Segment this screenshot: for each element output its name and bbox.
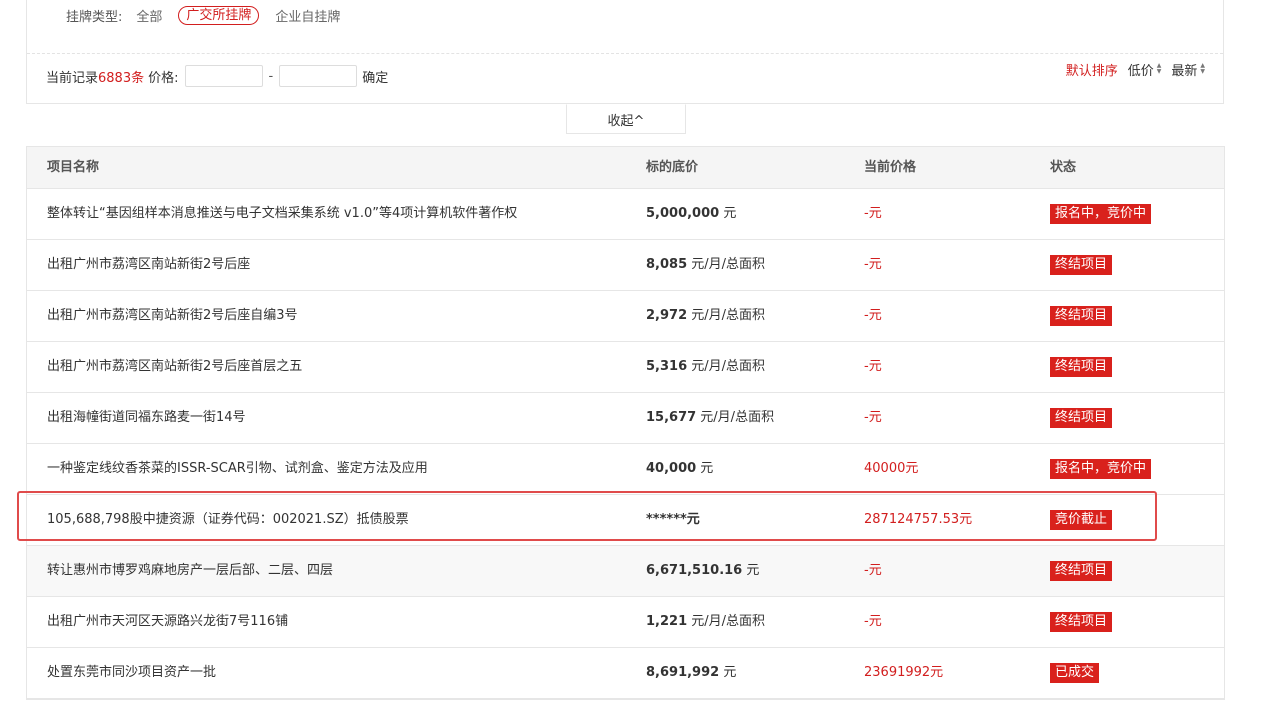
price-label: 价格:: [148, 70, 179, 86]
status-badge: 报名中，竞价中: [1050, 204, 1152, 224]
base-price: 5,000,000 元: [646, 189, 736, 239]
current-price: 40000元: [864, 461, 919, 476]
table-row[interactable]: 出租海幢街道同福东路麦一街14号 15,677 元/月/总面积 -元 终结项目: [27, 393, 1224, 444]
base-price-unit: 元: [719, 206, 737, 221]
sort-newest-label: 最新: [1171, 63, 1198, 79]
table-row[interactable]: 出租广州市荔湾区南站新街2号后座自编3号 2,972 元/月/总面积 -元 终结…: [27, 291, 1224, 342]
base-price-value: 5,316: [646, 359, 688, 374]
status-badge: 终结项目: [1050, 612, 1113, 632]
base-price: 5,316 元/月/总面积: [646, 342, 765, 392]
base-price-value: 8,691,992: [646, 665, 720, 680]
table-row[interactable]: 出租广州市荔湾区南站新街2号后座 8,085 元/月/总面积 -元 终结项目: [27, 240, 1224, 291]
current-price: -元: [864, 410, 882, 425]
project-name[interactable]: 处置东莞市同沙项目资产一批: [47, 648, 216, 698]
base-price-value: 40,000: [646, 461, 697, 476]
table-row[interactable]: 出租广州市天河区天源路兴龙街7号116铺 1,221 元/月/总面积 -元 终结…: [27, 597, 1224, 648]
table-row[interactable]: 出租广州市荔湾区南站新街2号后座首层之五 5,316 元/月/总面积 -元 终结…: [27, 342, 1224, 393]
project-table: 项目名称 标的底价 当前价格 状态 整体转让“基因组样本消息推送与电子文档采集系…: [26, 146, 1225, 700]
base-price-unit: 元/月/总面积: [696, 410, 775, 425]
project-name[interactable]: 整体转让“基因组样本消息推送与电子文档采集系统 v1.0”等4项计算机软件著作权: [47, 189, 517, 239]
price-min-input[interactable]: [184, 65, 263, 87]
status-badge: 终结项目: [1050, 306, 1113, 326]
sort-arrows-icon: ▲ ▼: [1156, 62, 1162, 75]
status-badge: 终结项目: [1050, 561, 1113, 581]
current-price: -元: [864, 359, 882, 374]
status-badge: 报名中，竞价中: [1050, 459, 1152, 479]
sort-price[interactable]: 低价 ▲ ▼: [1128, 60, 1162, 79]
project-name[interactable]: 出租海幢街道同福东路麦一街14号: [47, 393, 246, 443]
listing-type-label: 挂牌类型:: [66, 9, 123, 25]
current-price: -元: [864, 614, 882, 629]
status-badge: 已成交: [1050, 663, 1100, 683]
base-price-value: 15,677: [646, 410, 697, 425]
sort-newest[interactable]: 最新 ▲ ▼: [1171, 60, 1205, 79]
current-price: -元: [864, 563, 882, 578]
table-row[interactable]: 处置东莞市同沙项目资产一批 8,691,992 元 23691992元 已成交: [27, 648, 1224, 699]
listing-type-self[interactable]: 企业自挂牌: [275, 6, 340, 25]
sort-default[interactable]: 默认排序: [1066, 60, 1118, 79]
status-badge: 终结项目: [1050, 408, 1113, 428]
base-price: 40,000 元: [646, 444, 713, 494]
project-name[interactable]: 出租广州市荔湾区南站新街2号后座首层之五: [47, 342, 302, 392]
current-price: 23691992元: [864, 665, 944, 680]
listing-type-all[interactable]: 全部: [136, 6, 162, 25]
table-row[interactable]: 一种鉴定线纹香茶菜的ISSR-SCAR引物、试剂盒、鉴定方法及应用 40,000…: [27, 444, 1224, 495]
price-dash: -: [268, 68, 274, 84]
sort-default-label: 默认排序: [1065, 63, 1118, 79]
table-row[interactable]: 转让惠州市博罗鸡麻地房产一层后部、二层、四层 6,671,510.16 元 -元…: [27, 546, 1224, 597]
divider: [27, 53, 1223, 54]
record-count: 6883条: [98, 70, 145, 86]
sort-arrows-icon: ▲ ▼: [1200, 62, 1205, 75]
base-price-value: 2,972: [646, 308, 688, 323]
base-price-unit: 元/月/总面积: [687, 359, 766, 374]
listing-type-exchange[interactable]: 广交所挂牌: [178, 5, 260, 25]
current-price: -元: [864, 206, 882, 221]
project-name[interactable]: 转让惠州市博罗鸡麻地房产一层后部、二层、四层: [47, 546, 333, 596]
status-badge: 终结项目: [1050, 255, 1113, 275]
base-price-value: 1,221: [646, 614, 688, 629]
base-price-value: 5,000,000: [646, 206, 720, 221]
row-highlight-box: [17, 491, 1157, 541]
project-name[interactable]: 一种鉴定线纹香茶菜的ISSR-SCAR引物、试剂盒、鉴定方法及应用: [47, 444, 428, 494]
listing-type-row: 挂牌类型: 全部 广交所挂牌 企业自挂牌: [66, 5, 356, 25]
record-prefix: 当前记录: [46, 70, 99, 86]
base-price-value: 6,671,510.16: [646, 563, 743, 578]
table-row[interactable]: 整体转让“基因组样本消息推送与电子文档采集系统 v1.0”等4项计算机软件著作权…: [27, 189, 1224, 240]
current-price: -元: [864, 257, 882, 272]
header-base-price: 标的底价: [646, 160, 699, 175]
header-status: 状态: [1050, 160, 1077, 175]
confirm-button[interactable]: 确定: [362, 67, 388, 86]
base-price: 6,671,510.16 元: [646, 546, 759, 596]
base-price-unit: 元/月/总面积: [687, 614, 766, 629]
price-max-input[interactable]: [279, 65, 358, 87]
base-price: 2,972 元/月/总面积: [646, 291, 765, 341]
status-badge: 终结项目: [1050, 357, 1113, 377]
sort-bar: 默认排序 低价 ▲ ▼ 最新 ▲ ▼: [1056, 60, 1205, 79]
table-header: 项目名称 标的底价 当前价格 状态: [27, 147, 1224, 189]
base-price-unit: 元: [742, 563, 760, 578]
base-price-value: 8,085: [646, 257, 688, 272]
filter-panel: 挂牌类型: 全部 广交所挂牌 企业自挂牌 当前记录 6883条 价格: - 确定…: [26, 0, 1224, 104]
record-row: 当前记录 6883条 价格: - 确定: [46, 64, 388, 88]
project-name[interactable]: 出租广州市荔湾区南站新街2号后座: [47, 240, 250, 290]
base-price: 1,221 元/月/总面积: [646, 597, 765, 647]
base-price: 8,691,992 元: [646, 648, 736, 698]
project-name[interactable]: 出租广州市天河区天源路兴龙街7号116铺: [47, 597, 288, 647]
header-name: 项目名称: [47, 160, 100, 175]
base-price: 8,085 元/月/总面积: [646, 240, 765, 290]
project-name[interactable]: 出租广州市荔湾区南站新街2号后座自编3号: [47, 291, 298, 341]
base-price-unit: 元/月/总面积: [687, 308, 766, 323]
base-price: 15,677 元/月/总面积: [646, 393, 774, 443]
base-price-unit: 元: [696, 461, 714, 476]
base-price-unit: 元/月/总面积: [687, 257, 766, 272]
header-current-price: 当前价格: [864, 160, 917, 175]
sort-price-label: 低价: [1127, 63, 1154, 79]
base-price-unit: 元: [719, 665, 737, 680]
current-price: -元: [864, 308, 882, 323]
collapse-button[interactable]: 收起^: [566, 104, 686, 134]
